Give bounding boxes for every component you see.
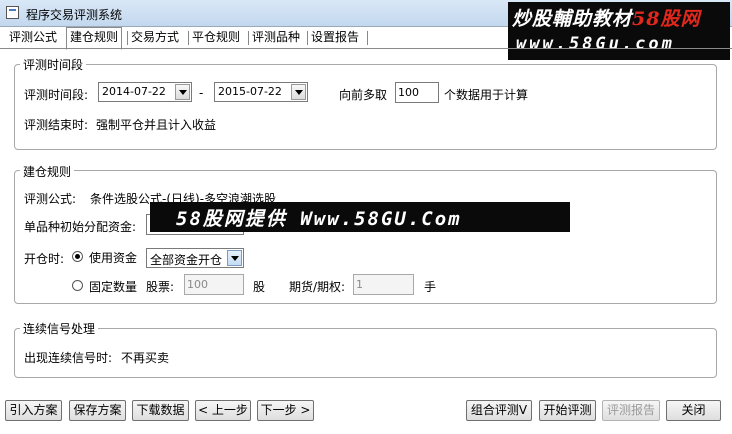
watermark-strip-text: 58股网提供 Www.58GU.Com bbox=[176, 208, 462, 230]
window-title: 程序交易评测系统 bbox=[26, 8, 123, 22]
end-value: 强制平仓并且计入收益 bbox=[96, 118, 217, 132]
signals-legend: 连续信号处理 bbox=[20, 320, 99, 337]
chevron-down-icon[interactable] bbox=[227, 250, 242, 266]
start-date-value: 2014-07-22 bbox=[102, 85, 166, 98]
period-legend: 评测时间段 bbox=[20, 56, 87, 73]
capital-mode-select[interactable]: 全部资金开仓 bbox=[146, 248, 244, 268]
tab-report-settings[interactable]: 设置报告 bbox=[308, 28, 362, 47]
end-label: 评测结束时: bbox=[24, 118, 89, 132]
end-date-value: 2015-07-22 bbox=[218, 85, 282, 98]
tab-trade-mode[interactable]: 交易方式 bbox=[128, 28, 182, 47]
capital-label: 单品种初始分配资金: bbox=[24, 220, 137, 234]
signals-label: 出现连续信号时: bbox=[24, 351, 113, 365]
use-capital-radio[interactable] bbox=[72, 251, 83, 262]
stock-unit: 股 bbox=[253, 280, 266, 294]
open-rules-legend: 建仓规则 bbox=[20, 163, 75, 180]
save-scheme-button[interactable]: 保存方案 bbox=[69, 400, 126, 421]
app-icon bbox=[6, 6, 19, 19]
lookback-input[interactable]: 100 bbox=[395, 82, 439, 103]
end-date-picker[interactable]: 2015-07-22 bbox=[214, 82, 308, 102]
start-test-button[interactable]: 开始评测 bbox=[539, 400, 596, 421]
futures-unit: 手 bbox=[424, 280, 437, 294]
close-button[interactable]: 关闭 bbox=[666, 400, 721, 421]
period-label: 评测时间段: bbox=[24, 88, 89, 102]
next-step-button[interactable]: 下一步 > bbox=[257, 400, 314, 421]
lookback-label: 向前多取 bbox=[339, 88, 388, 102]
chevron-down-icon[interactable] bbox=[175, 84, 190, 100]
capital-mode-value: 全部资金开仓 bbox=[150, 253, 223, 267]
tab-close-rules[interactable]: 平仓规则 bbox=[189, 28, 243, 47]
lookback-value: 100 bbox=[398, 86, 419, 99]
date-range-dash: - bbox=[199, 86, 204, 100]
import-scheme-button[interactable]: 引入方案 bbox=[5, 400, 62, 421]
futures-qty-input[interactable]: 1 bbox=[353, 274, 414, 295]
prev-step-button[interactable]: < 上一步 bbox=[195, 400, 251, 421]
tab-open-rules[interactable]: 建仓规则 bbox=[66, 27, 123, 50]
watermark-banner-text: 炒股輔助教材58股网 bbox=[512, 8, 701, 30]
tab-bar: 评测公式 建仓规则 交易方式 平仓规则 评测品种 设置报告 bbox=[4, 27, 374, 50]
use-capital-label[interactable]: 使用资金 bbox=[89, 249, 137, 266]
formula-label: 评测公式: bbox=[24, 192, 77, 206]
futures-label: 期货/期权: bbox=[289, 280, 346, 294]
download-data-button[interactable]: 下载数据 bbox=[132, 400, 189, 421]
fixed-qty-radio[interactable] bbox=[72, 280, 83, 291]
combo-test-button[interactable]: 组合评测V bbox=[466, 400, 532, 421]
period-group bbox=[14, 64, 717, 150]
futures-qty-value: 1 bbox=[356, 278, 363, 291]
stock-qty-value: 100 bbox=[187, 278, 208, 291]
start-date-picker[interactable]: 2014-07-22 bbox=[98, 82, 192, 102]
tab-separator bbox=[367, 31, 368, 45]
chevron-down-icon[interactable] bbox=[291, 84, 306, 100]
stock-qty-input[interactable]: 100 bbox=[184, 274, 244, 295]
watermark-banner-url: www.58Gu.com bbox=[516, 34, 675, 54]
open-label: 开仓时: bbox=[24, 252, 65, 266]
tab-formula[interactable]: 评测公式 bbox=[6, 28, 60, 47]
signals-value: 不再买卖 bbox=[121, 351, 170, 365]
stock-label: 股票: bbox=[146, 280, 175, 294]
lookback-suffix: 个数据用于计算 bbox=[444, 88, 529, 102]
test-report-button[interactable]: 评测报告 bbox=[602, 400, 660, 421]
fixed-qty-label[interactable]: 固定数量 bbox=[89, 278, 137, 295]
tab-instruments[interactable]: 评测品种 bbox=[249, 28, 303, 47]
tab-panel-border bbox=[0, 48, 732, 49]
signals-group bbox=[14, 328, 717, 378]
